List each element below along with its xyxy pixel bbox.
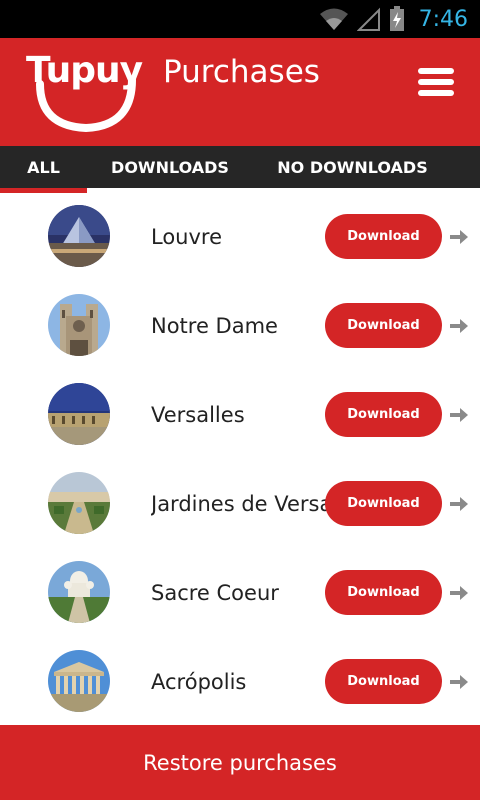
purchase-list: Louvre Download Notre Dame Download Vers… bbox=[0, 193, 480, 727]
battery-charging-icon bbox=[389, 6, 404, 31]
list-item-jardines-de-versalles[interactable]: Jardines de Versalles Download bbox=[0, 460, 480, 549]
list-item-versalles[interactable]: Versalles Download bbox=[0, 371, 480, 460]
wifi-icon bbox=[319, 8, 348, 30]
status-bar: 7:46 bbox=[0, 0, 480, 38]
tab-downloads[interactable]: DOWNLOADS bbox=[100, 146, 240, 188]
smile-icon bbox=[36, 76, 136, 133]
download-button[interactable]: Download bbox=[325, 570, 442, 615]
download-button[interactable]: Download bbox=[325, 214, 442, 259]
arrow-right-icon[interactable] bbox=[449, 227, 469, 247]
download-button[interactable]: Download bbox=[325, 481, 442, 526]
download-button[interactable]: Download bbox=[325, 659, 442, 704]
restore-purchases-button[interactable]: Restore purchases bbox=[0, 725, 480, 800]
list-item-louvre[interactable]: Louvre Download bbox=[0, 193, 480, 282]
list-item-notre-dame[interactable]: Notre Dame Download bbox=[0, 282, 480, 371]
arrow-right-icon[interactable] bbox=[449, 583, 469, 603]
tab-no-downloads[interactable]: NO DOWNLOADS bbox=[270, 146, 435, 188]
signal-icon bbox=[356, 7, 380, 31]
list-item-sacre-coeur[interactable]: Sacre Coeur Download bbox=[0, 549, 480, 638]
arrow-right-icon[interactable] bbox=[449, 316, 469, 336]
tab-all[interactable]: ALL bbox=[0, 146, 87, 188]
arrow-right-icon[interactable] bbox=[449, 405, 469, 425]
item-name: Jardines de Versalles bbox=[151, 492, 329, 516]
louvre-thumbnail bbox=[48, 205, 110, 267]
clock: 7:46 bbox=[418, 6, 468, 32]
acropolis-thumbnail bbox=[48, 650, 110, 712]
jardines-thumbnail bbox=[48, 472, 110, 534]
item-name: Notre Dame bbox=[151, 314, 278, 338]
item-name: Versalles bbox=[151, 403, 245, 427]
notre-dame-thumbnail bbox=[48, 294, 110, 356]
item-name: Louvre bbox=[151, 225, 223, 249]
tupuy-logo[interactable]: Tupuy bbox=[26, 50, 143, 133]
hamburger-menu-icon[interactable] bbox=[418, 68, 456, 98]
download-button[interactable]: Download bbox=[325, 303, 442, 348]
download-button[interactable]: Download bbox=[325, 392, 442, 437]
tab-bar: ALL DOWNLOADS NO DOWNLOADS bbox=[0, 146, 480, 188]
item-name: Acrópolis bbox=[151, 670, 247, 694]
status-icons: 7:46 bbox=[319, 4, 468, 34]
list-item-acropolis[interactable]: Acrópolis Download bbox=[0, 638, 480, 727]
item-name: Sacre Coeur bbox=[151, 581, 279, 605]
page-title: Purchases bbox=[163, 54, 320, 90]
arrow-right-icon[interactable] bbox=[449, 672, 469, 692]
versalles-thumbnail bbox=[48, 383, 110, 445]
sacre-coeur-thumbnail bbox=[48, 561, 110, 623]
arrow-right-icon[interactable] bbox=[449, 494, 469, 514]
app-header: Tupuy Purchases bbox=[0, 38, 480, 146]
